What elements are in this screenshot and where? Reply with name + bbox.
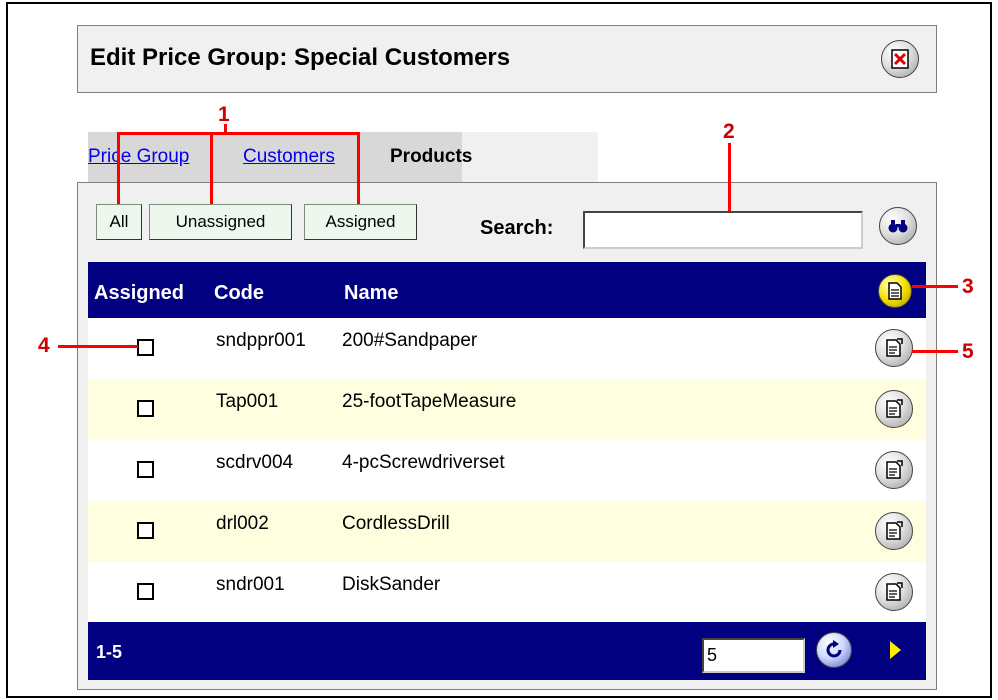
row-code: scdrv004 [216,452,294,473]
edit-product-button[interactable] [875,573,913,611]
callout-line [210,132,213,204]
edit-product-button[interactable] [875,512,913,550]
assigned-checkbox[interactable] [137,339,154,356]
callout-number-5: 5 [962,340,974,363]
row-code: sndppr001 [216,330,306,351]
edit-document-icon [886,460,903,479]
search-input[interactable] [583,211,863,249]
search-button[interactable] [879,207,917,245]
edit-document-icon [886,521,903,540]
close-button[interactable] [881,40,919,78]
tab-customers[interactable]: Customers [243,146,335,168]
assigned-checkbox[interactable] [137,461,154,478]
callout-line [912,285,958,288]
edit-product-button[interactable] [875,451,913,489]
callout-line [117,132,120,204]
callout-line [357,132,360,204]
callout-line [912,350,958,353]
callout-line [58,345,138,348]
row-code: Tap001 [216,391,279,412]
table-row: sndppr001 200#Sandpaper [88,318,926,379]
tab-products[interactable]: Products [390,146,472,168]
table-row: Tap001 25-footTapeMeasure [88,379,926,440]
assigned-checkbox[interactable] [137,522,154,539]
new-document-icon [888,282,902,300]
close-document-icon [891,49,909,69]
column-header-assigned: Assigned [94,282,185,304]
row-name: CordlessDrill [342,513,450,534]
callout-number-2: 2 [723,120,735,143]
callout-line [728,143,731,211]
row-name: DiskSander [342,574,441,595]
search-label: Search: [480,217,554,239]
edit-document-icon [886,582,903,601]
refresh-icon [826,640,842,658]
callout-line [117,132,360,135]
row-code: sndr001 [216,574,285,595]
row-name: 25-footTapeMeasure [342,391,517,412]
binoculars-icon [888,220,908,233]
callout-number-3: 3 [962,275,974,298]
callout-number-4: 4 [38,334,50,357]
filter-unassigned-button[interactable]: Unassigned [149,204,292,240]
table-header: Assigned Code Name [88,262,926,318]
title-bar: Edit Price Group: Special Customers [77,25,937,93]
record-range: 1-5 [96,642,123,662]
refresh-button[interactable] [816,632,852,668]
edit-product-button[interactable] [875,390,913,428]
tab-strip: Price Group Customers Products [88,132,598,182]
table-row: scdrv004 4-pcScrewdriverset [88,440,926,501]
table-row: drl002 CordlessDrill [88,501,926,562]
tab-price-group[interactable]: Price Group [88,146,189,168]
new-product-button[interactable] [878,274,912,308]
edit-document-icon [886,399,903,418]
next-page-icon[interactable] [888,640,902,660]
row-name: 4-pcScrewdriverset [342,452,505,473]
assigned-checkbox[interactable] [137,400,154,417]
page-title: Edit Price Group: Special Customers [90,44,511,71]
filter-assigned-button[interactable]: Assigned [304,204,417,240]
row-name: 200#Sandpaper [342,330,478,351]
row-code: drl002 [216,513,269,534]
active-tab-background [462,132,598,182]
table-row: sndr001 DiskSander [88,562,926,623]
assigned-checkbox[interactable] [137,583,154,600]
table-footer: 1-5 [88,622,926,680]
edit-product-button[interactable] [875,329,913,367]
filter-all-button[interactable]: All [96,204,142,240]
page-size-input[interactable] [702,638,805,673]
column-header-code: Code [214,282,264,304]
column-header-name: Name [344,282,399,304]
edit-document-icon [886,338,903,357]
